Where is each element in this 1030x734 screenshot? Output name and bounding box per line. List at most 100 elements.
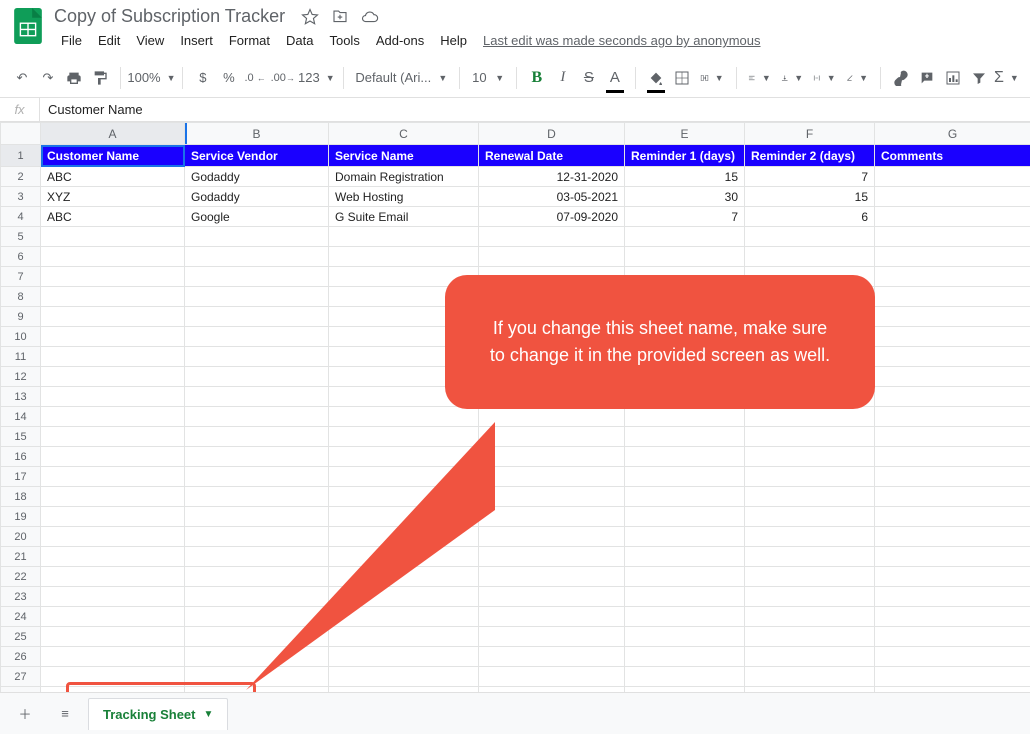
empty-cell[interactable] xyxy=(745,587,875,607)
empty-cell[interactable] xyxy=(479,607,625,627)
empty-cell[interactable] xyxy=(625,407,745,427)
empty-cell[interactable] xyxy=(875,627,1030,647)
data-cell[interactable] xyxy=(875,167,1030,187)
empty-cell[interactable] xyxy=(41,467,185,487)
data-cell[interactable]: ABC xyxy=(41,207,185,227)
row-header[interactable]: 25 xyxy=(1,627,41,647)
empty-cell[interactable] xyxy=(329,427,479,447)
row-header[interactable]: 2 xyxy=(1,167,41,187)
empty-cell[interactable] xyxy=(625,627,745,647)
empty-cell[interactable] xyxy=(875,667,1030,687)
empty-cell[interactable] xyxy=(185,447,329,467)
empty-cell[interactable] xyxy=(625,427,745,447)
link-icon[interactable] xyxy=(889,65,913,91)
header-cell[interactable]: Service Vendor xyxy=(185,145,329,167)
row-header[interactable]: 5 xyxy=(1,227,41,247)
empty-cell[interactable] xyxy=(41,527,185,547)
row-header[interactable]: 26 xyxy=(1,647,41,667)
empty-cell[interactable] xyxy=(185,307,329,327)
empty-cell[interactable] xyxy=(745,227,875,247)
italic-button[interactable]: I xyxy=(551,65,575,91)
decrease-decimal-button[interactable]: .0 ← xyxy=(243,65,267,91)
empty-cell[interactable] xyxy=(329,487,479,507)
paint-format-icon[interactable] xyxy=(88,65,112,91)
empty-cell[interactable] xyxy=(185,527,329,547)
merge-button[interactable]: ▼ xyxy=(696,65,728,91)
empty-cell[interactable] xyxy=(875,407,1030,427)
filter-icon[interactable] xyxy=(967,65,991,91)
empty-cell[interactable] xyxy=(329,607,479,627)
empty-cell[interactable] xyxy=(185,427,329,447)
data-cell[interactable]: G Suite Email xyxy=(329,207,479,227)
empty-cell[interactable] xyxy=(625,447,745,467)
percent-button[interactable]: % xyxy=(217,65,241,91)
data-cell[interactable] xyxy=(875,207,1030,227)
empty-cell[interactable] xyxy=(41,367,185,387)
more-formats-button[interactable]: 123▼ xyxy=(298,65,334,91)
rotate-button[interactable]: ▼ xyxy=(842,65,872,91)
empty-cell[interactable] xyxy=(479,487,625,507)
empty-cell[interactable] xyxy=(185,287,329,307)
cloud-icon[interactable] xyxy=(361,8,379,26)
empty-cell[interactable] xyxy=(745,567,875,587)
col-header-A[interactable]: A xyxy=(41,123,185,145)
empty-cell[interactable] xyxy=(185,407,329,427)
all-sheets-button[interactable]: ≡ xyxy=(48,697,82,731)
empty-cell[interactable] xyxy=(875,507,1030,527)
menu-file[interactable]: File xyxy=(54,29,89,52)
empty-cell[interactable] xyxy=(41,647,185,667)
empty-cell[interactable] xyxy=(329,407,479,427)
empty-cell[interactable] xyxy=(41,627,185,647)
empty-cell[interactable] xyxy=(329,467,479,487)
row-header[interactable]: 4 xyxy=(1,207,41,227)
empty-cell[interactable] xyxy=(41,427,185,447)
empty-cell[interactable] xyxy=(875,447,1030,467)
font-size-select[interactable]: 10▼ xyxy=(468,65,508,91)
empty-cell[interactable] xyxy=(41,247,185,267)
row-header[interactable]: 3 xyxy=(1,187,41,207)
col-header-B[interactable]: B xyxy=(185,123,329,145)
empty-cell[interactable] xyxy=(329,247,479,267)
empty-cell[interactable] xyxy=(745,467,875,487)
row-header[interactable]: 24 xyxy=(1,607,41,627)
document-title[interactable]: Copy of Subscription Tracker xyxy=(54,6,285,27)
empty-cell[interactable] xyxy=(875,347,1030,367)
col-header-D[interactable]: D xyxy=(479,123,625,145)
data-cell[interactable] xyxy=(875,187,1030,207)
data-cell[interactable]: 15 xyxy=(745,187,875,207)
empty-cell[interactable] xyxy=(625,527,745,547)
data-cell[interactable]: 15 xyxy=(625,167,745,187)
data-cell[interactable]: XYZ xyxy=(41,187,185,207)
valign-button[interactable]: ▼ xyxy=(777,65,807,91)
row-header[interactable]: 15 xyxy=(1,427,41,447)
sheet-tab-active[interactable]: Tracking Sheet ▼ xyxy=(88,698,228,730)
row-header[interactable]: 6 xyxy=(1,247,41,267)
add-sheet-button[interactable]: ＋ xyxy=(8,697,42,731)
data-cell[interactable]: Godaddy xyxy=(185,187,329,207)
print-icon[interactable] xyxy=(62,65,86,91)
empty-cell[interactable] xyxy=(625,487,745,507)
empty-cell[interactable] xyxy=(41,327,185,347)
empty-cell[interactable] xyxy=(875,227,1030,247)
fill-color-button[interactable] xyxy=(644,65,668,91)
empty-cell[interactable] xyxy=(329,627,479,647)
empty-cell[interactable] xyxy=(479,507,625,527)
formula-input[interactable]: Customer Name xyxy=(40,102,143,117)
empty-cell[interactable] xyxy=(745,427,875,447)
empty-cell[interactable] xyxy=(329,227,479,247)
empty-cell[interactable] xyxy=(41,307,185,327)
col-header-E[interactable]: E xyxy=(625,123,745,145)
header-cell[interactable]: Comments xyxy=(875,145,1030,167)
empty-cell[interactable] xyxy=(745,247,875,267)
menu-addons[interactable]: Add-ons xyxy=(369,29,431,52)
empty-cell[interactable] xyxy=(41,607,185,627)
empty-cell[interactable] xyxy=(745,667,875,687)
empty-cell[interactable] xyxy=(625,567,745,587)
empty-cell[interactable] xyxy=(185,387,329,407)
text-color-button[interactable]: A xyxy=(603,65,627,91)
data-cell[interactable]: 12-31-2020 xyxy=(479,167,625,187)
empty-cell[interactable] xyxy=(329,547,479,567)
row-header[interactable]: 19 xyxy=(1,507,41,527)
zoom-select[interactable]: 100%▼ xyxy=(129,65,174,91)
col-header-C[interactable]: C xyxy=(329,123,479,145)
